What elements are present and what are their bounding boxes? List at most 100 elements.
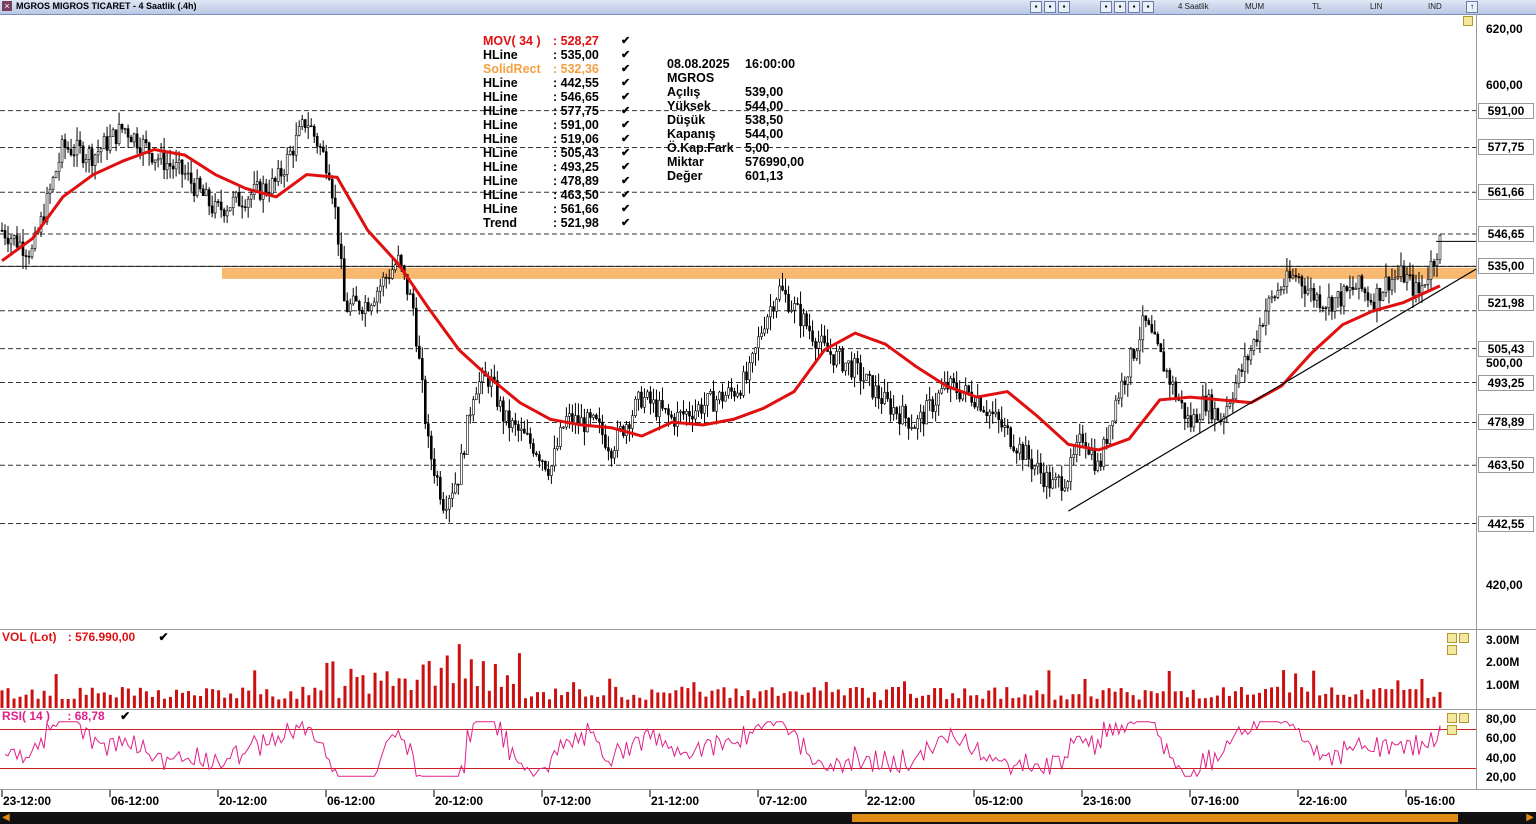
- legend-check-icon[interactable]: ✔: [621, 174, 630, 187]
- candle-body: [132, 133, 136, 143]
- candle-body: [529, 433, 532, 444]
- candle-body: [871, 375, 874, 398]
- legend-name: SolidRect: [483, 62, 541, 76]
- volume-bar: [1155, 693, 1159, 708]
- volume-bar: [277, 699, 281, 708]
- candle-body: [703, 405, 706, 414]
- candle-body: [303, 119, 307, 128]
- legend-check-icon[interactable]: ✔: [621, 90, 630, 103]
- scrollbar-thumb[interactable]: [852, 814, 1458, 822]
- candle-body: [889, 398, 892, 415]
- volume-bar: [578, 689, 582, 708]
- legend-check-icon[interactable]: ✔: [621, 34, 630, 47]
- candle-body: [448, 497, 451, 510]
- candle-body: [550, 465, 553, 476]
- candle-body: [315, 136, 319, 147]
- rsi-check-icon[interactable]: ✔: [120, 709, 130, 723]
- candle-body: [1414, 282, 1418, 296]
- candle-body: [553, 448, 556, 467]
- volume-bar: [223, 697, 227, 708]
- legend-check-icon[interactable]: ✔: [621, 104, 630, 117]
- candle-body: [78, 139, 82, 147]
- horizontal-scrollbar[interactable]: ◀ ▶: [0, 812, 1536, 824]
- legend-check-icon[interactable]: ✔: [621, 48, 630, 61]
- volume-bar: [764, 690, 768, 708]
- volume-bar: [187, 691, 191, 708]
- candle-body: [877, 385, 880, 399]
- legend-check-icon[interactable]: ✔: [621, 76, 630, 89]
- volume-bar: [487, 690, 491, 708]
- volume-bar: [217, 690, 221, 708]
- legend-check-icon[interactable]: ✔: [621, 202, 630, 215]
- candle-body: [222, 209, 226, 217]
- candle-body: [685, 411, 688, 415]
- rsi-pane-buttons[interactable]: [1447, 713, 1477, 735]
- scroll-right-icon[interactable]: ▶: [1526, 812, 1534, 824]
- candle-body: [808, 325, 811, 332]
- volume-bar: [1071, 694, 1075, 708]
- volume-bar: [824, 681, 828, 708]
- candle-body: [189, 172, 193, 184]
- scroll-left-icon[interactable]: ◀: [2, 812, 10, 824]
- candle-body: [508, 410, 511, 429]
- candle-body: [1000, 419, 1003, 428]
- volume-bar: [1306, 691, 1310, 708]
- candle-body: [934, 404, 937, 412]
- candle-body: [1159, 343, 1163, 353]
- volume-bar: [1324, 693, 1328, 708]
- legend-check-icon[interactable]: ✔: [621, 188, 630, 201]
- time-axis-tick: 20-12:00: [219, 794, 268, 808]
- volume-bar: [505, 675, 509, 708]
- time-axis-tick: 07-12:00: [759, 794, 808, 808]
- volume-bar: [933, 688, 937, 708]
- info-key: Yüksek: [667, 99, 711, 113]
- candle-body: [399, 254, 403, 267]
- candle-body: [535, 453, 538, 455]
- volume-check-icon[interactable]: ✔: [159, 630, 169, 644]
- candle-body: [598, 418, 601, 423]
- candle-body: [1378, 287, 1382, 301]
- volume-bar: [728, 697, 732, 708]
- candle-body: [1300, 276, 1304, 287]
- legend-check-icon[interactable]: ✔: [621, 118, 630, 131]
- time-axis-tick: 06-12:00: [111, 794, 160, 808]
- volume-bar: [1408, 689, 1412, 708]
- volume-bar: [1059, 695, 1063, 708]
- candle-body: [375, 290, 379, 303]
- price-tag: 561,66: [1478, 184, 1534, 201]
- candle-body: [1327, 296, 1331, 309]
- legend-check-icon[interactable]: ✔: [621, 160, 630, 173]
- volume-bar: [1047, 670, 1051, 708]
- candle-body: [559, 427, 562, 447]
- candle-body: [748, 362, 751, 381]
- volume-bar: [132, 695, 136, 708]
- candle-body: [802, 313, 805, 327]
- volume-bar: [890, 686, 894, 708]
- volume-bar: [457, 644, 461, 708]
- legend-check-icon[interactable]: ✔: [621, 132, 630, 145]
- legend-check-icon[interactable]: ✔: [621, 216, 630, 229]
- volume-pane-buttons[interactable]: [1447, 633, 1477, 655]
- candle-body: [517, 424, 520, 431]
- volume-bar: [915, 697, 919, 708]
- candle-body: [1018, 443, 1022, 454]
- info-date: 08.08.2025: [667, 57, 730, 71]
- volume-bar: [1011, 698, 1015, 708]
- candle-body: [213, 201, 217, 214]
- legend-check-icon[interactable]: ✔: [621, 146, 630, 159]
- trend-line: [1068, 268, 1477, 512]
- candle-body: [460, 452, 463, 485]
- legend-check-icon[interactable]: ✔: [621, 62, 630, 75]
- candle-body: [378, 285, 382, 292]
- price-tag: 442,55: [1478, 515, 1534, 532]
- candle-body: [138, 147, 142, 154]
- candle-body: [60, 139, 64, 163]
- volume-bar: [108, 694, 112, 708]
- candle-body: [1309, 288, 1313, 291]
- time-axis-tick: 07-12:00: [543, 794, 592, 808]
- volume-bar: [1179, 691, 1183, 708]
- volume-bar: [439, 667, 443, 708]
- candle-body: [781, 285, 784, 291]
- volume-bar: [60, 698, 64, 708]
- time-axis-tick: 05-16:00: [1407, 794, 1456, 808]
